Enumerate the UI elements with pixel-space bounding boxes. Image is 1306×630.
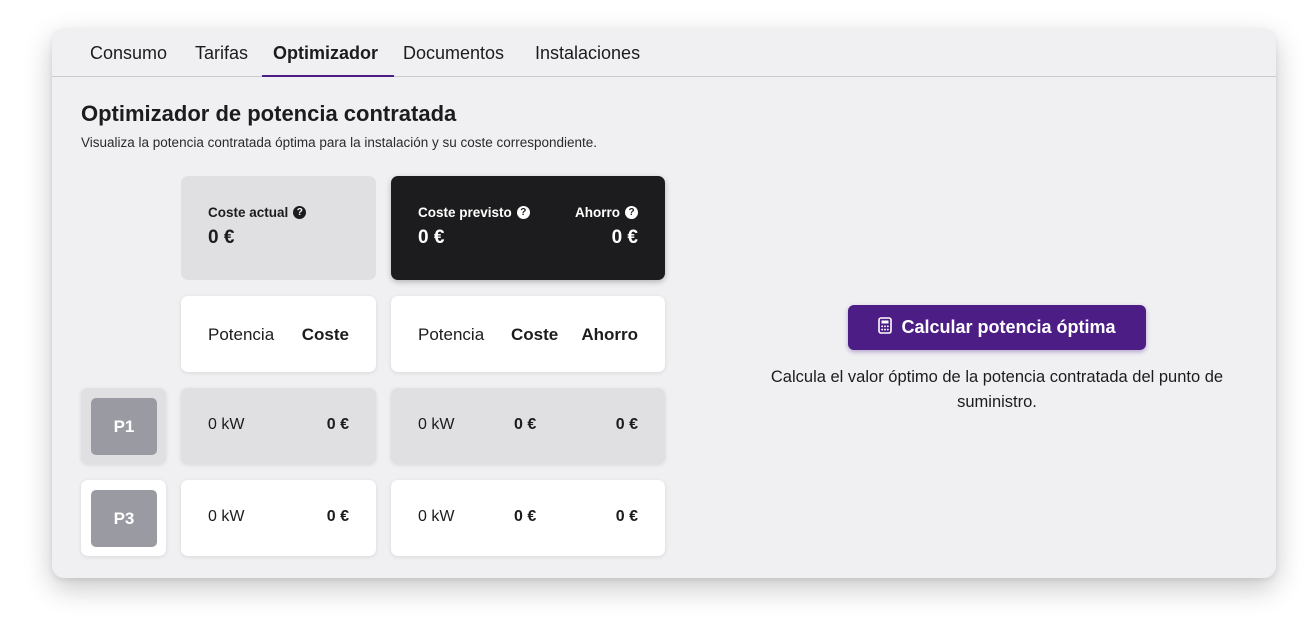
tab-bar: Consumo Tarifas Optimizador Documentos I… — [52, 29, 1276, 77]
tab-documentos[interactable]: Documentos — [403, 41, 504, 77]
optimal-power-value: 0 kW — [418, 508, 455, 525]
table-row: 0 kW 0 € — [181, 480, 376, 556]
current-cost-label-row: Coste actual ? — [208, 205, 307, 220]
period-chip: P1 — [91, 398, 157, 455]
table-row: 0 kW 0 € — [181, 388, 376, 464]
forecast-cost-label: Coste previsto — [418, 205, 512, 220]
optimal-cost-cell: 0 € — [514, 508, 537, 525]
savings-cell: 0 € — [615, 416, 638, 433]
current-header-card: Potencia Coste — [181, 296, 376, 372]
savings-label-row: Ahorro ? — [575, 205, 638, 220]
help-icon[interactable]: ? — [625, 206, 638, 219]
tab-instalaciones[interactable]: Instalaciones — [535, 41, 640, 77]
table-row: 0 kW 0 € 0 € — [391, 480, 665, 556]
ahorro-header: Ahorro — [581, 325, 638, 344]
optimal-power-value: 0 kW — [418, 416, 455, 433]
table-row: 0 kW 0 € 0 € — [391, 388, 665, 464]
current-power-value: 0 kW — [208, 416, 245, 433]
current-cost-value: 0 € — [208, 227, 235, 248]
potencia-header: Potencia — [418, 325, 485, 344]
savings-cell: 0 € — [615, 508, 638, 525]
tab-tarifas[interactable]: Tarifas — [195, 41, 248, 77]
calculate-button-label: Calcular potencia óptima — [901, 317, 1116, 337]
coste-header: Coste — [301, 325, 349, 344]
page-title: Optimizador de potencia contratada — [81, 101, 457, 126]
page-subtitle: Visualiza la potencia contratada óptima … — [81, 135, 598, 150]
calculate-description: Calcula el valor óptimo de la potencia c… — [770, 368, 1224, 411]
forecast-cost-card: Coste previsto ? 0 € Ahorro ? 0 € — [391, 176, 665, 280]
optimal-header-card: Potencia Coste Ahorro — [391, 296, 665, 372]
current-cost-cell: 0 € — [326, 416, 349, 433]
period-card-p1: P1 — [81, 388, 166, 464]
calculate-optimal-power-button[interactable]: Calcular potencia óptima — [848, 305, 1146, 350]
current-power-value: 0 kW — [208, 508, 245, 525]
active-tab-indicator — [262, 75, 394, 77]
current-cost-label: Coste actual — [208, 205, 289, 220]
help-icon[interactable]: ? — [516, 206, 530, 219]
current-cost-card: Coste actual ? 0 € — [181, 176, 376, 280]
optimal-cost-cell: 0 € — [514, 416, 537, 433]
potencia-header: Potencia — [208, 325, 275, 344]
tab-consumo[interactable]: Consumo — [90, 41, 167, 77]
app-window: Consumo Tarifas Optimizador Documentos I… — [52, 29, 1276, 578]
forecast-cost-value: 0 € — [418, 227, 445, 248]
forecast-cost-label-row: Coste previsto ? — [418, 205, 530, 220]
current-cost-cell: 0 € — [326, 508, 349, 525]
savings-label: Ahorro — [575, 205, 620, 220]
calculator-icon — [878, 316, 893, 339]
period-chip: P3 — [91, 490, 157, 547]
help-icon[interactable]: ? — [293, 206, 307, 219]
coste-header: Coste — [511, 325, 559, 344]
tab-optimizador[interactable]: Optimizador — [273, 41, 378, 77]
savings-value: 0 € — [611, 227, 638, 248]
period-card-p3: P3 — [81, 480, 166, 556]
